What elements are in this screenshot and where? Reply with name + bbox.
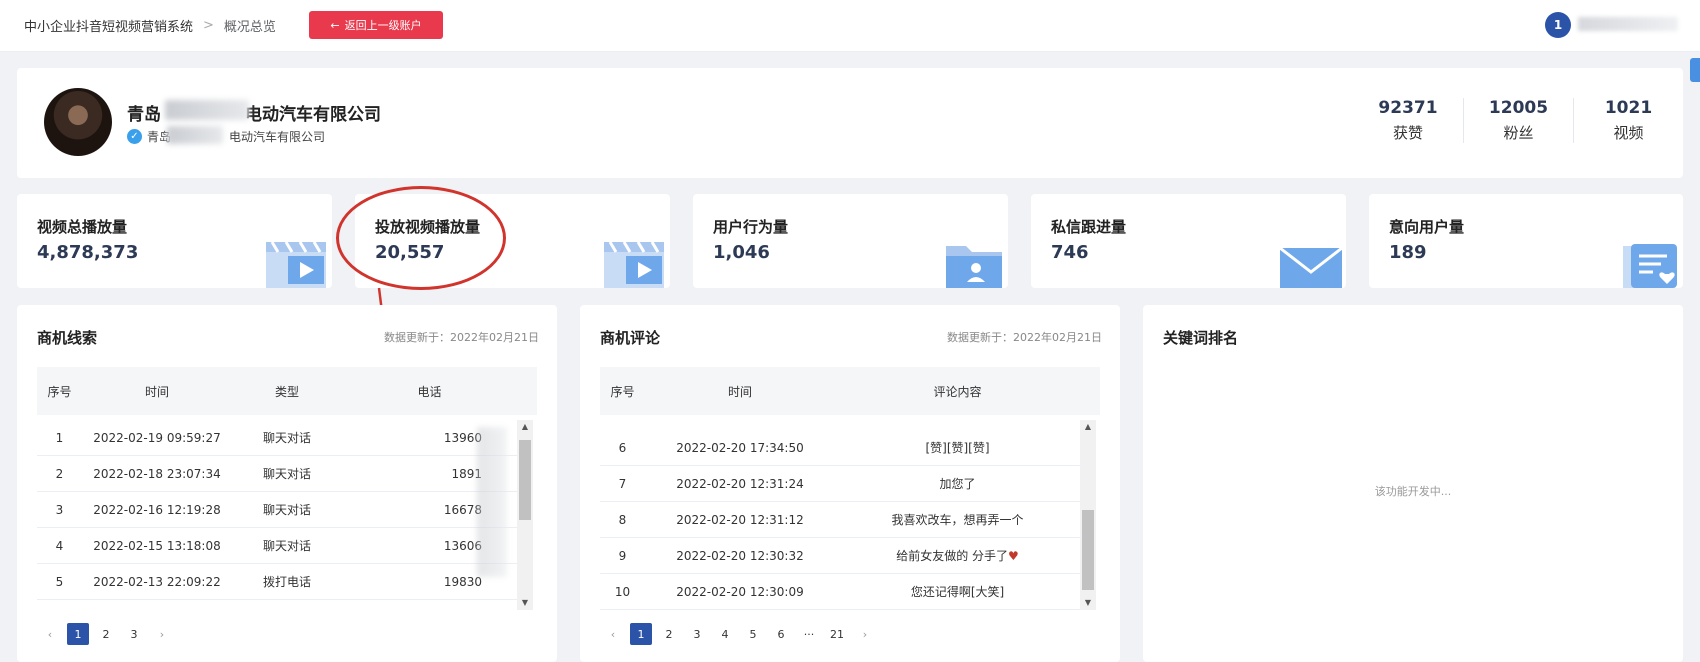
leads-updated-date: 数据更新于：2022年02月21日 (384, 331, 539, 344)
verified-icon: ✓ (127, 129, 142, 144)
leads-scrollbar[interactable]: ▲ ▼ (517, 420, 533, 610)
comments-scrollbar[interactable]: ▲ ▼ (1080, 420, 1096, 610)
metric-user-actions: 用户行为量 1,046 (693, 194, 1008, 288)
table-row[interactable]: 8 2022-02-20 12:31:12 我喜欢改车，想再弄一个 (600, 502, 1080, 538)
top-bar: 中小企业抖音短视频营销系统 > 概况总览 ← 返回上一级账户 1 (0, 0, 1700, 52)
table-row[interactable]: 6 2022-02-20 17:34:50 [赞][赞][赞] (600, 430, 1080, 466)
breadcrumb: 中小企业抖音短视频营销系统 > 概况总览 (24, 16, 276, 35)
comments-panel: 商机评论 数据更新于：2022年02月21日 序号 时间 评论内容 6 2022… (580, 305, 1120, 662)
video-icon (604, 241, 664, 288)
back-to-parent-account-button[interactable]: ← 返回上一级账户 (309, 11, 443, 39)
table-row[interactable]: 2 2022-02-18 23:07:34 聊天对话 1891 (37, 456, 517, 492)
table-row[interactable]: 5 2022-02-13 22:09:22 拨打电话 19830 (37, 564, 517, 600)
next-page-button[interactable]: › (151, 623, 173, 645)
stat-fans: 12005 粉丝 (1463, 98, 1573, 143)
page-button[interactable]: 2 (658, 623, 680, 645)
metric-interested-users: 意向用户量 189 (1369, 194, 1683, 288)
table-row[interactable]: 4 2022-02-15 13:18:08 聊天对话 13606 (37, 528, 517, 564)
comments-pagination: ‹ 1 2 3 4 5 6 ··· 21 › (602, 623, 876, 645)
heart-icon: ♥ (1008, 549, 1019, 563)
leads-panel: 商机线索 数据更新于：2022年02月21日 序号 时间 类型 电话 1 202… (17, 305, 557, 662)
scroll-up-icon[interactable]: ▲ (1080, 420, 1096, 434)
page-button[interactable]: 21 (826, 623, 848, 645)
account-avatar (44, 88, 112, 156)
scroll-down-icon[interactable]: ▼ (1080, 596, 1096, 610)
back-button-label: 返回上一级账户 (344, 19, 422, 32)
breadcrumb-root[interactable]: 中小企业抖音短视频营销系统 (24, 16, 193, 35)
annotation-circle (336, 186, 506, 290)
stat-likes: 92371 获赞 (1378, 98, 1438, 142)
mail-icon (1279, 246, 1343, 288)
page-button[interactable]: 1 (67, 623, 89, 645)
scrollbar-thumb[interactable] (1082, 510, 1094, 590)
table-row[interactable]: 9 2022-02-20 12:30:32 给前女友做的 分手了♥ (600, 538, 1080, 574)
leads-title: 商机线索 (37, 329, 98, 347)
stat-videos: 1021 视频 (1573, 98, 1683, 143)
keyword-ranking-panel: 关键词排名 该功能开发中... (1143, 305, 1683, 662)
breadcrumb-current: 概况总览 (223, 20, 276, 35)
account-stats: 92371 获赞 12005 粉丝 1021 视频 (1353, 98, 1683, 143)
table-row[interactable]: 10 2022-02-20 12:30:09 您还记得啊[大笑] (600, 574, 1080, 610)
page-button[interactable]: 3 (686, 623, 708, 645)
table-row[interactable]: 1 2022-02-19 09:59:27 聊天对话 13960 (37, 420, 517, 456)
comments-table-header: 序号 时间 评论内容 (600, 367, 1100, 415)
table-row[interactable]: 3 2022-02-16 12:19:28 聊天对话 16678 (37, 492, 517, 528)
leads-pagination: ‹ 1 2 3 › (39, 623, 173, 645)
breadcrumb-separator: > (203, 18, 214, 33)
page-ellipsis[interactable]: ··· (798, 623, 820, 645)
leads-table-body: 1 2022-02-19 09:59:27 聊天对话 13960 2 2022-… (37, 420, 517, 610)
comments-table-body: 6 2022-02-20 17:34:50 [赞][赞][赞] 7 2022-0… (600, 430, 1080, 620)
company-account-name: ✓ 青岛 电动汽车有限公司 (127, 128, 325, 145)
keywords-title: 关键词排名 (1163, 329, 1239, 347)
comments-updated-date: 数据更新于：2022年02月21日 (947, 331, 1102, 344)
scrollbar-thumb[interactable] (519, 440, 531, 520)
page-button[interactable]: 3 (123, 623, 145, 645)
metric-total-video-plays: 视频总播放量 4,878,373 (17, 194, 332, 288)
scroll-up-icon[interactable]: ▲ (517, 420, 533, 434)
user-folder-icon (946, 246, 1002, 288)
metric-dm-followups: 私信跟进量 746 (1031, 194, 1346, 288)
prev-page-button[interactable]: ‹ (602, 623, 624, 645)
heart-list-icon (1623, 244, 1677, 288)
page-button[interactable]: 4 (714, 623, 736, 645)
table-row[interactable]: 7 2022-02-20 12:31:24 加您了 (600, 466, 1080, 502)
redacted-phone-mask (477, 427, 507, 577)
page-button[interactable]: 1 (630, 623, 652, 645)
feature-in-development-text: 该功能开发中... (1374, 485, 1452, 498)
video-icon (266, 241, 326, 288)
arrow-left-icon: ← (330, 18, 340, 32)
next-page-button[interactable]: › (854, 623, 876, 645)
page-button[interactable]: 2 (95, 623, 117, 645)
redacted-sub-mask (167, 126, 223, 144)
page-button[interactable]: 5 (742, 623, 764, 645)
prev-page-button[interactable]: ‹ (39, 623, 61, 645)
account-profile-card: 青岛 电动汽车有限公司 ✓ 青岛 电动汽车有限公司 92371 获赞 12005 粉… (17, 68, 1683, 178)
user-name-redacted[interactable] (1578, 17, 1678, 31)
scroll-down-icon[interactable]: ▼ (517, 596, 533, 610)
page-button[interactable]: 6 (770, 623, 792, 645)
side-drawer-tab[interactable] (1690, 58, 1700, 82)
user-avatar-badge[interactable]: 1 (1545, 12, 1571, 38)
comments-title: 商机评论 (600, 329, 661, 347)
leads-table-header: 序号 时间 类型 电话 (37, 367, 537, 415)
redacted-name-mask (165, 100, 249, 120)
